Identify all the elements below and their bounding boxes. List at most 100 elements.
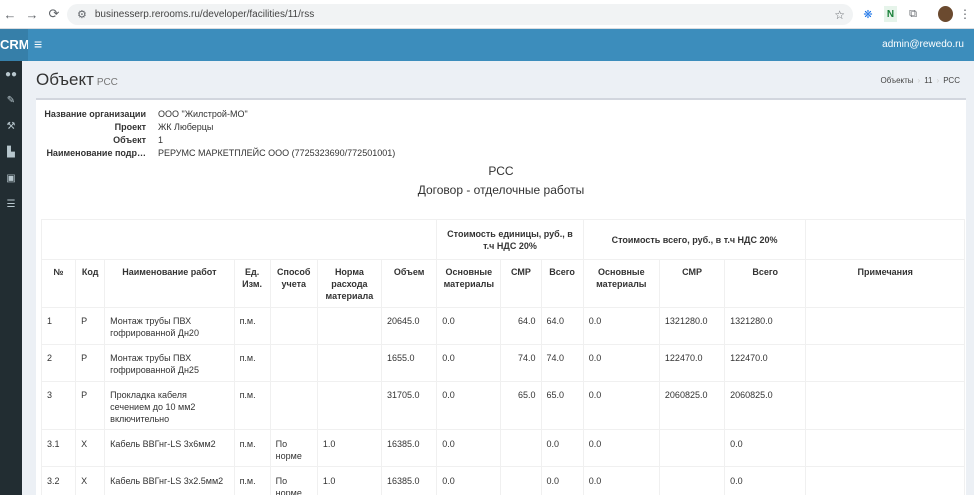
users-icon[interactable]: ●● <box>0 61 22 87</box>
cell-name: Прокладка кабеля сечением до 10 мм2 вклю… <box>104 381 235 430</box>
table-row: 3.2 Х Кабель ВВГнг-LS 3х2.5мм2 п.м. По норме… <box>40 466 965 495</box>
cell-volume: 20645.0 <box>380 307 438 345</box>
back-icon[interactable]: ← <box>0 4 20 24</box>
breadcrumb-item-id[interactable]: 11 <box>924 76 932 85</box>
cell-total-materials: 0.0 <box>582 429 660 467</box>
cell-unit: п.м. <box>233 429 271 467</box>
cell-num: 3.1 <box>40 429 77 467</box>
browser-menu-icon[interactable]: ⋮ <box>959 6 971 22</box>
app-logo[interactable]: CRM <box>0 29 28 61</box>
cell-total-materials: 0.0 <box>582 344 660 382</box>
cell-unit: п.м. <box>233 307 271 345</box>
sidebar-toggle-icon[interactable]: ≡ <box>34 36 42 52</box>
forward-icon[interactable]: → <box>22 4 42 24</box>
url-text[interactable]: businesserp.rerooms.ru/developer/facilit… <box>95 9 314 20</box>
extensions-puzzle-icon[interactable]: ⧉ <box>906 6 920 22</box>
cell-method <box>269 381 318 430</box>
app-header: CRM ≡ admin@rewedo.ru <box>0 29 974 61</box>
col-method: Способ учета <box>269 259 318 308</box>
cell-total-smr <box>658 429 726 467</box>
cell-code: Р <box>75 381 106 430</box>
cell-name: Кабель ВВГнг-LS 3х6мм2 <box>104 429 235 467</box>
user-menu[interactable]: admin@rewedo.ru <box>882 39 964 50</box>
project-label: Проект <box>114 122 146 132</box>
wrench-icon[interactable]: ✎ <box>0 87 22 113</box>
object-value: 1 <box>158 135 164 145</box>
cell-volume: 31705.0 <box>380 381 438 430</box>
cell-total-smr: 1321280.0 <box>658 307 726 345</box>
col-total-smr: СМР <box>658 259 726 308</box>
cell-method <box>269 344 318 382</box>
cell-name: Монтаж трубы ПВХ гофрированной Дн25 <box>104 344 235 382</box>
cell-unit-smr: 74.0 <box>500 344 542 382</box>
cell-unit: п.м. <box>233 466 271 495</box>
cell-unit-smr: 64.0 <box>500 307 542 345</box>
cell-unit-materials: 0.0 <box>436 307 502 345</box>
hammer-icon[interactable]: ⚒ <box>0 113 22 139</box>
col-total-total: Всего <box>724 259 807 308</box>
cell-total-total: 1321280.0 <box>724 307 807 345</box>
table-row: 3 Р Прокладка кабеля сечением до 10 мм2 вк… <box>40 381 965 430</box>
cell-total-materials: 0.0 <box>582 466 660 495</box>
cell-code: Р <box>75 307 106 345</box>
col-code: Код <box>75 259 106 308</box>
cell-volume: 16385.0 <box>380 466 438 495</box>
col-notes: Примечания <box>805 259 965 308</box>
doc-subtitle: Договор - отделочные работы <box>417 183 585 197</box>
cell-unit-total: 65.0 <box>540 381 584 430</box>
browser-toolbar: ← → ⟳ ⚙ businesserp.rerooms.ru/developer… <box>0 0 974 29</box>
cell-code: Х <box>75 466 106 495</box>
col-num: № <box>40 259 77 308</box>
breadcrumb-item-objects[interactable]: Объекты <box>881 76 914 85</box>
breadcrumb-item-current: РСС <box>943 76 960 85</box>
industry-icon[interactable]: ▙ <box>0 139 22 165</box>
address-bar[interactable]: ⚙ businesserp.rerooms.ru/developer/facil… <box>67 4 853 25</box>
cell-unit: п.м. <box>233 381 271 430</box>
cell-notes <box>805 307 965 345</box>
doc-title: РСС <box>488 164 514 178</box>
cell-num: 2 <box>40 344 77 382</box>
org-value: ООО "Жилстрой-МО" <box>158 109 248 119</box>
contractor-label: Наименование подр… <box>46 148 146 158</box>
list-icon[interactable]: ☰ <box>0 191 22 217</box>
info-block: Название организации ООО "Жилстрой-МО" Пр… <box>42 108 395 160</box>
reload-icon[interactable]: ⟳ <box>44 4 64 24</box>
site-settings-icon[interactable]: ⚙ <box>77 8 87 21</box>
cell-unit-smr <box>500 466 542 495</box>
cell-norm <box>316 344 383 382</box>
rss-table: Стоимость единицы, руб., в т.ч НДС 20% С… <box>40 219 965 495</box>
cell-total-materials: 0.0 <box>582 381 660 430</box>
cell-unit-total: 0.0 <box>540 466 584 495</box>
page-title-text: Объект <box>36 70 94 89</box>
project-value: ЖК Люберцы <box>158 122 214 132</box>
extension-n-icon[interactable]: N <box>884 6 897 22</box>
cell-unit-smr: 65.0 <box>500 381 542 430</box>
breadcrumb: Объекты › 11 › РСС <box>880 76 960 85</box>
cell-unit-total: 0.0 <box>540 429 584 467</box>
page-subtitle: РСС <box>96 77 118 88</box>
cell-name: Кабель ВВГнг-LS 3х2.5мм2 <box>104 466 235 495</box>
cell-unit-total: 64.0 <box>540 307 584 345</box>
cell-total-total: 122470.0 <box>724 344 807 382</box>
col-unit-materials: Основные материалы <box>436 259 502 308</box>
bookmark-star-icon[interactable]: ☆ <box>834 8 845 22</box>
content-header: Объект РСС Объекты › 11 › РСС <box>36 70 966 90</box>
org-label: Название организации <box>44 109 146 119</box>
cell-volume: 1655.0 <box>380 344 438 382</box>
cell-total-total: 2060825.0 <box>724 381 807 430</box>
cell-code: Р <box>75 344 106 382</box>
cell-name: Монтаж трубы ПВХ гофрированной Дн20 <box>104 307 235 345</box>
header-group-unit: Стоимость единицы, руб., в т.ч НДС 20% <box>436 219 584 260</box>
extension-icon[interactable]: ❋ <box>861 6 875 22</box>
col-name: Наименование работ <box>104 259 235 308</box>
cell-notes <box>805 429 965 467</box>
archive-icon[interactable]: ▣ <box>0 165 22 191</box>
col-norm: Норма расхода материала <box>316 259 383 308</box>
cell-norm: 1.0 <box>316 466 383 495</box>
cell-norm: 1.0 <box>316 429 383 467</box>
cell-total-smr: 2060825.0 <box>658 381 726 430</box>
cell-unit-materials: 0.0 <box>436 466 502 495</box>
cell-unit-materials: 0.0 <box>436 429 502 467</box>
header-spacer-notes <box>805 219 965 260</box>
profile-avatar[interactable] <box>938 6 953 22</box>
